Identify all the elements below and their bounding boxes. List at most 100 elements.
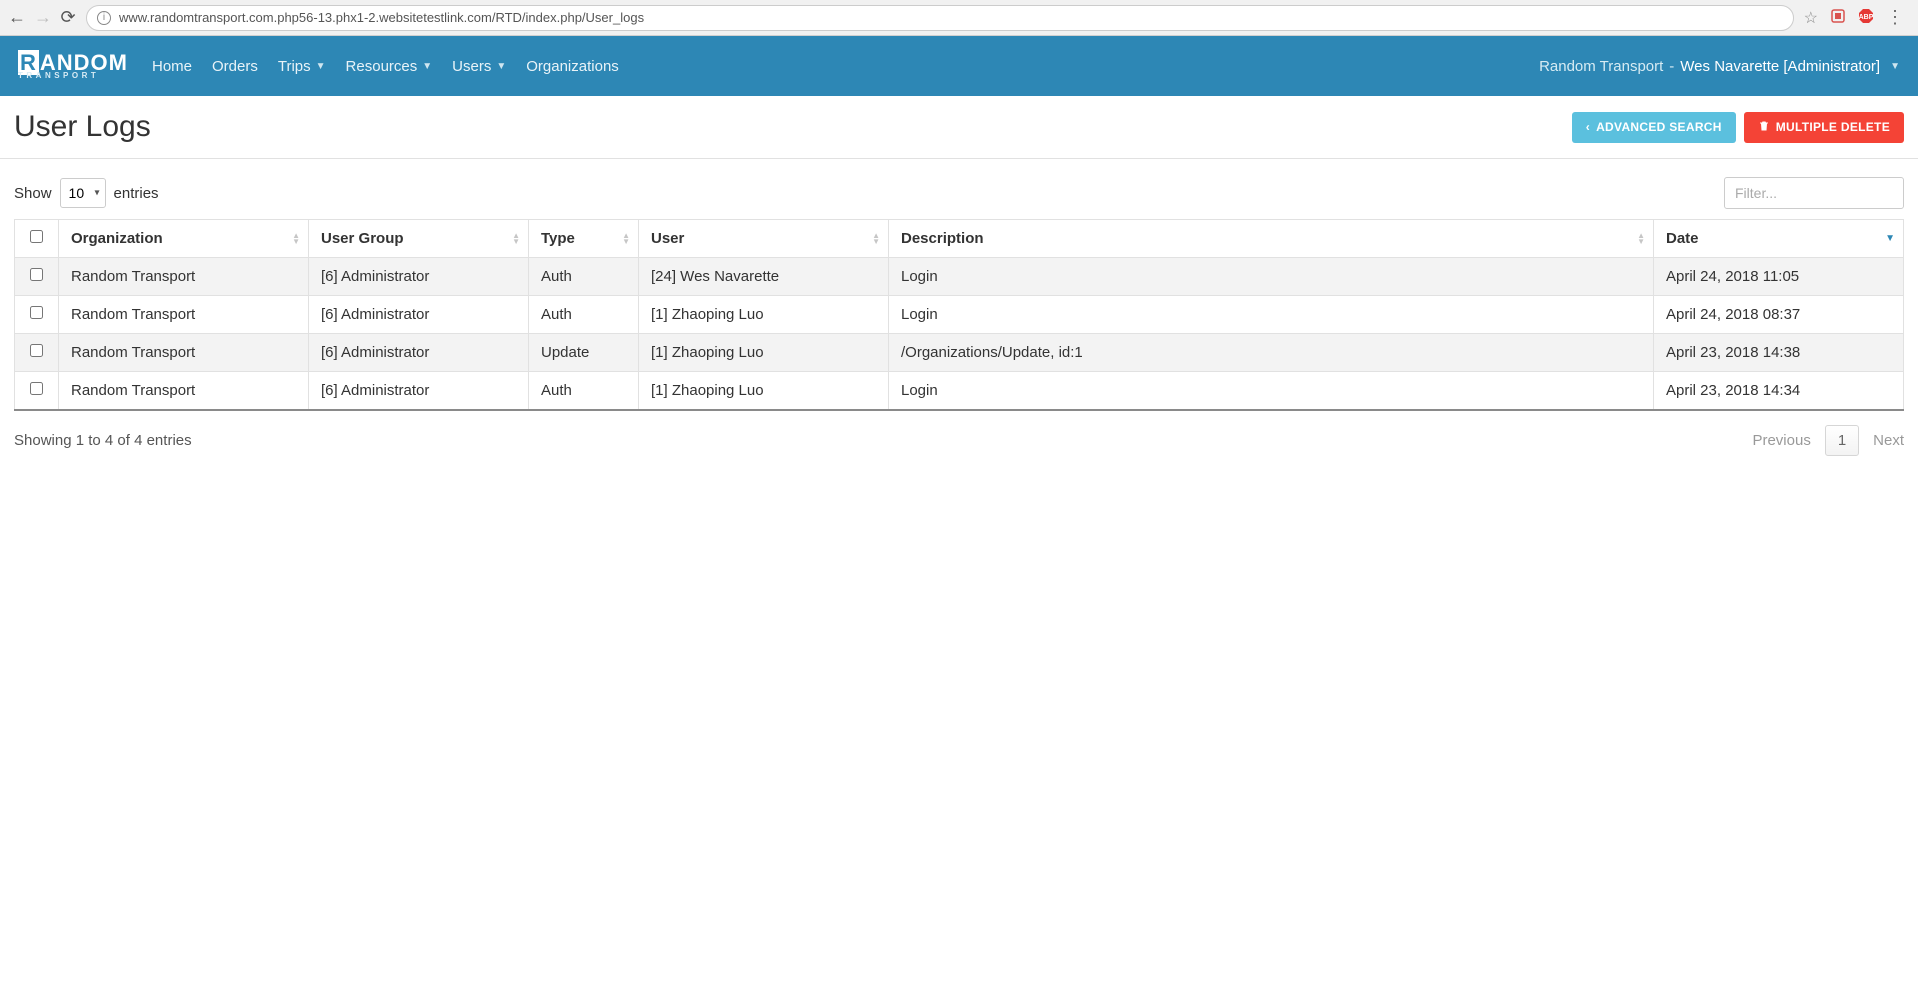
nav-user-menu[interactable]: Random Transport - Wes Navarette [Admini… [1539, 58, 1900, 75]
cell-organization: Random Transport [59, 296, 309, 334]
page-size-select[interactable]: 10 [60, 178, 106, 208]
browser-back-icon[interactable]: ← [8, 7, 24, 28]
col-user[interactable]: User▲▼ [639, 220, 889, 258]
page-number-current[interactable]: 1 [1825, 425, 1859, 456]
nav-orders[interactable]: Orders [212, 58, 258, 75]
row-checkbox[interactable] [30, 268, 43, 281]
nav-home[interactable]: Home [152, 58, 192, 75]
nav-trips[interactable]: Trips ▼ [278, 58, 326, 75]
col-description[interactable]: Description▲▼ [889, 220, 1654, 258]
next-page-button[interactable]: Next [1873, 432, 1904, 449]
page-title: User Logs [14, 110, 151, 144]
row-select-cell[interactable] [15, 296, 59, 334]
cell-date: April 23, 2018 14:38 [1654, 334, 1904, 372]
sort-desc-icon: ▼ [1885, 236, 1895, 242]
select-all-header[interactable] [15, 220, 59, 258]
browser-chrome: ← → ⟳ i www.randomtransport.com.php56-13… [0, 0, 1918, 36]
browser-forward-icon[interactable]: → [34, 7, 50, 28]
cell-user-group: [6] Administrator [309, 296, 529, 334]
chevron-left-icon: ‹ [1586, 120, 1590, 134]
nav-orders-label: Orders [212, 58, 258, 75]
svg-text:ABP: ABP [1859, 14, 1874, 21]
entries-label: entries [114, 185, 159, 202]
brand-logo[interactable]: RANDOM TRANSPORT [18, 53, 128, 80]
nav-organizations[interactable]: Organizations [526, 58, 619, 75]
advanced-search-label: ADVANCED SEARCH [1596, 120, 1722, 134]
browser-url-text: www.randomtransport.com.php56-13.phx1-2.… [119, 10, 644, 25]
advanced-search-button[interactable]: ‹ ADVANCED SEARCH [1572, 112, 1736, 143]
sort-icon: ▲▼ [1637, 233, 1645, 245]
cell-date: April 23, 2018 14:34 [1654, 372, 1904, 411]
cell-date: April 24, 2018 08:37 [1654, 296, 1904, 334]
cell-organization: Random Transport [59, 258, 309, 296]
nav-users[interactable]: Users ▼ [452, 58, 506, 75]
user-logs-table: Organization▲▼ User Group▲▼ Type▲▼ User▲… [14, 219, 1904, 411]
show-label: Show [14, 185, 52, 202]
page-header: User Logs ‹ ADVANCED SEARCH MULTIPLE DEL… [0, 96, 1918, 159]
nav-separator: - [1669, 58, 1674, 75]
trash-icon [1758, 120, 1770, 135]
nav-resources-label: Resources [346, 58, 418, 75]
row-checkbox[interactable] [30, 306, 43, 319]
table-row: Random Transport[6] AdministratorAuth[24… [15, 258, 1904, 296]
cell-user-group: [6] Administrator [309, 258, 529, 296]
chevron-down-icon: ▼ [316, 61, 326, 72]
cell-description: /Organizations/Update, id:1 [889, 334, 1654, 372]
top-navbar: RANDOM TRANSPORT Home Orders Trips ▼ Reso… [0, 36, 1918, 96]
row-select-cell[interactable] [15, 258, 59, 296]
cell-organization: Random Transport [59, 372, 309, 411]
cell-user: [1] Zhaoping Luo [639, 296, 889, 334]
col-type[interactable]: Type▲▼ [529, 220, 639, 258]
nav-company-name: Random Transport [1539, 58, 1663, 75]
row-checkbox[interactable] [30, 382, 43, 395]
cell-user: [24] Wes Navarette [639, 258, 889, 296]
cell-date: April 24, 2018 11:05 [1654, 258, 1904, 296]
col-user-group[interactable]: User Group▲▼ [309, 220, 529, 258]
table-row: Random Transport[6] AdministratorAuth[1]… [15, 372, 1904, 411]
nav-resources[interactable]: Resources ▼ [346, 58, 433, 75]
browser-url-bar[interactable]: i www.randomtransport.com.php56-13.phx1-… [86, 5, 1794, 31]
site-info-icon[interactable]: i [97, 11, 111, 25]
logo-subtitle: TRANSPORT [18, 72, 128, 79]
table-header-row: Organization▲▼ User Group▲▼ Type▲▼ User▲… [15, 220, 1904, 258]
cell-description: Login [889, 372, 1654, 411]
cell-user: [1] Zhaoping Luo [639, 334, 889, 372]
row-select-cell[interactable] [15, 334, 59, 372]
select-all-checkbox[interactable] [30, 230, 43, 243]
multiple-delete-label: MULTIPLE DELETE [1776, 120, 1890, 134]
table-row: Random Transport[6] AdministratorAuth[1]… [15, 296, 1904, 334]
row-select-cell[interactable] [15, 372, 59, 411]
chevron-down-icon: ▼ [422, 61, 432, 72]
adblock-icon[interactable]: ABP [1858, 8, 1874, 27]
col-organization[interactable]: Organization▲▼ [59, 220, 309, 258]
nav-trips-label: Trips [278, 58, 311, 75]
sort-icon: ▲▼ [622, 233, 630, 245]
extension-icon[interactable] [1830, 8, 1846, 27]
multiple-delete-button[interactable]: MULTIPLE DELETE [1744, 112, 1904, 143]
browser-menu-icon[interactable]: ⋮ [1886, 7, 1904, 28]
entries-info: Showing 1 to 4 of 4 entries [14, 432, 192, 449]
bookmark-star-icon[interactable]: ☆ [1804, 8, 1818, 28]
sort-icon: ▲▼ [872, 233, 880, 245]
cell-organization: Random Transport [59, 334, 309, 372]
pagination: Previous 1 Next [1752, 425, 1904, 456]
cell-type: Auth [529, 258, 639, 296]
col-date[interactable]: Date▼ [1654, 220, 1904, 258]
chevron-down-icon: ▼ [1890, 61, 1900, 72]
cell-type: Auth [529, 296, 639, 334]
filter-input[interactable] [1724, 177, 1904, 209]
table-footer: Showing 1 to 4 of 4 entries Previous 1 N… [0, 411, 1918, 456]
nav-home-label: Home [152, 58, 192, 75]
browser-reload-icon[interactable]: ⟳ [60, 7, 76, 28]
chevron-down-icon: ▼ [496, 61, 506, 72]
nav-items: Home Orders Trips ▼ Resources ▼ Users ▼ Org… [152, 58, 619, 75]
cell-description: Login [889, 296, 1654, 334]
cell-description: Login [889, 258, 1654, 296]
sort-icon: ▲▼ [292, 233, 300, 245]
nav-users-label: Users [452, 58, 491, 75]
nav-user-name: Wes Navarette [Administrator] [1680, 58, 1880, 75]
previous-page-button[interactable]: Previous [1752, 432, 1810, 449]
nav-organizations-label: Organizations [526, 58, 619, 75]
row-checkbox[interactable] [30, 344, 43, 357]
cell-user-group: [6] Administrator [309, 334, 529, 372]
